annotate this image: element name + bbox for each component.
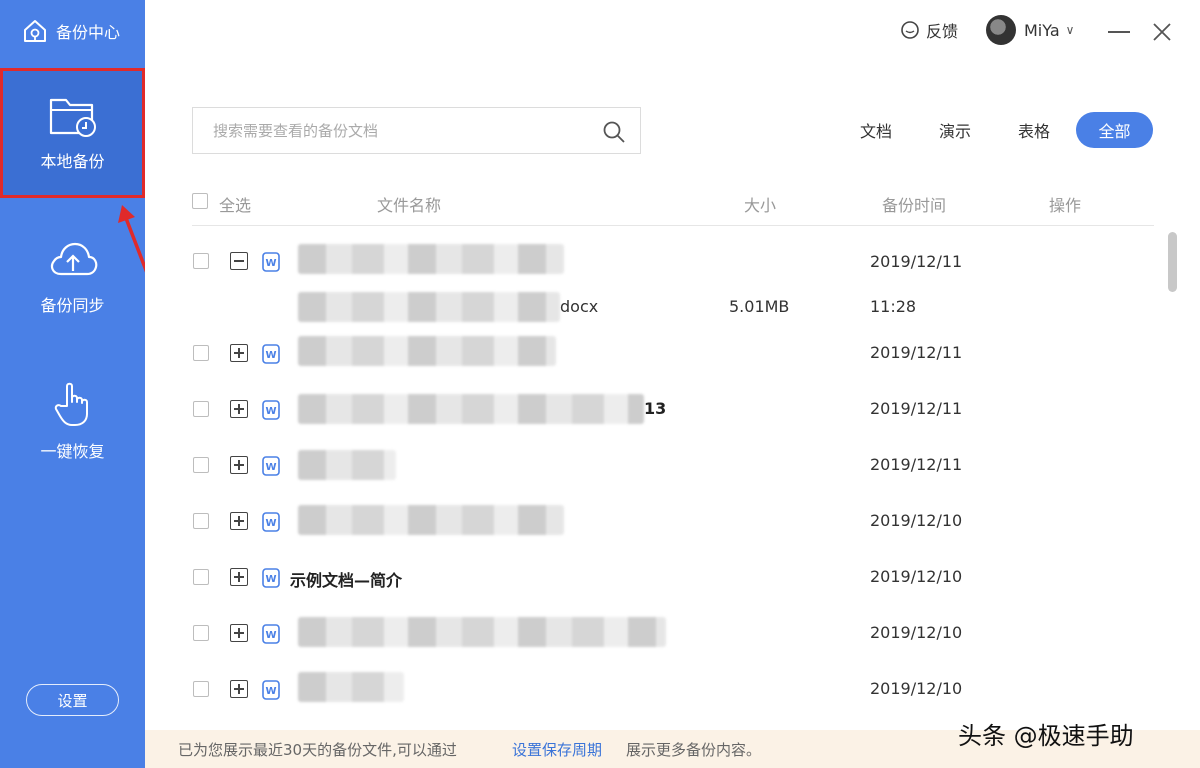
app-title: 备份中心 — [56, 23, 121, 42]
expand-icon[interactable] — [230, 344, 248, 362]
svg-text:W: W — [265, 350, 276, 361]
row-checkbox[interactable] — [193, 345, 209, 361]
header-size: 大小 — [744, 196, 777, 215]
search-input[interactable] — [193, 108, 593, 153]
row-checkbox[interactable] — [193, 253, 209, 269]
user-menu[interactable]: MiYa ∨ — [986, 15, 1074, 45]
word-doc-icon: W — [262, 252, 280, 272]
search-box — [192, 107, 641, 154]
expand-icon[interactable] — [230, 400, 248, 418]
filter-spreadsheet[interactable]: 表格 — [1008, 112, 1060, 148]
watermark: 头条 @极速手助 — [958, 722, 1134, 750]
svg-text:W: W — [265, 574, 276, 585]
word-doc-icon: W — [262, 568, 280, 588]
backup-date: 2019/12/11 — [870, 399, 963, 418]
expand-icon[interactable] — [230, 512, 248, 530]
minimize-icon[interactable] — [1108, 31, 1130, 33]
svg-text:W: W — [265, 686, 276, 697]
expand-icon[interactable] — [230, 568, 248, 586]
word-doc-icon: W — [262, 344, 280, 364]
row-checkbox[interactable] — [193, 513, 209, 529]
blurred-file-name — [298, 672, 404, 702]
file-size: 5.01MB — [729, 297, 790, 316]
expand-icon[interactable] — [230, 624, 248, 642]
hand-pointer-icon — [54, 382, 88, 426]
cloud-upload-icon — [50, 242, 97, 276]
backup-date: 2019/12/10 — [870, 567, 963, 586]
svg-text:W: W — [265, 462, 276, 473]
retention-settings-link[interactable]: 设置保存周期 — [512, 739, 602, 760]
svg-text:W: W — [265, 630, 276, 641]
svg-text:W: W — [265, 258, 276, 269]
sidebar-item-label: 备份同步 — [40, 296, 105, 315]
row-checkbox[interactable] — [193, 569, 209, 585]
blurred-file-name — [298, 617, 666, 647]
feedback-button[interactable]: 反馈 — [900, 18, 958, 42]
word-doc-icon: W — [262, 400, 280, 420]
backup-date: 2019/12/10 — [870, 623, 963, 642]
backup-date: 2019/12/11 — [870, 343, 963, 362]
row-checkbox[interactable] — [193, 401, 209, 417]
word-doc-icon: W — [262, 456, 280, 476]
backup-time: 11:28 — [870, 297, 917, 316]
svg-text:W: W — [265, 406, 276, 417]
sidebar-item-local-backup[interactable]: 本地备份 — [0, 68, 145, 198]
collapse-icon[interactable] — [230, 252, 248, 270]
header-file-name: 文件名称 — [377, 196, 442, 215]
footer-text: 已为您展示最近30天的备份文件,可以通过 — [178, 741, 457, 759]
sidebar-item-label: 一键恢复 — [40, 442, 105, 461]
footer-text-end: 展示更多备份内容。 — [626, 741, 762, 759]
svg-text:W: W — [265, 518, 276, 529]
chat-bubble-icon — [901, 21, 919, 39]
header-action: 操作 — [1049, 196, 1082, 215]
backup-date: 2019/12/10 — [870, 679, 963, 698]
filter-presentation[interactable]: 演示 — [929, 112, 981, 148]
sidebar: 备份中心 本地备份 备份同步 一键恢复 设置 — [0, 0, 145, 768]
header-backup-time: 备份时间 — [882, 196, 947, 215]
backup-date: 2019/12/10 — [870, 511, 963, 530]
row-checkbox[interactable] — [193, 625, 209, 641]
avatar — [986, 15, 1016, 45]
row-checkbox[interactable] — [193, 457, 209, 473]
blurred-file-name — [298, 394, 644, 424]
blurred-file-name — [298, 450, 396, 480]
word-doc-icon: W — [262, 680, 280, 700]
blurred-file-name — [298, 244, 564, 274]
app-header: 备份中心 — [0, 0, 145, 62]
blurred-file-name — [298, 292, 560, 322]
search-icon[interactable] — [602, 120, 626, 144]
filter-document[interactable]: 文档 — [850, 112, 902, 148]
home-shield-icon — [24, 20, 46, 42]
close-icon[interactable] — [1150, 20, 1174, 44]
blurred-file-name — [298, 505, 564, 535]
file-name: 13 — [644, 399, 667, 418]
settings-button[interactable]: 设置 — [26, 684, 119, 716]
expand-icon[interactable] — [230, 680, 248, 698]
file-name: 示例文档—简介 — [290, 571, 403, 590]
expand-icon[interactable] — [230, 456, 248, 474]
file-extension: docx — [560, 297, 599, 316]
word-doc-icon: W — [262, 512, 280, 532]
filter-all[interactable]: 全部 — [1076, 112, 1153, 148]
table-header: 全选 文件名称 大小 备份时间 操作 — [192, 186, 1154, 226]
sidebar-item-label: 本地备份 — [40, 152, 105, 171]
folder-clock-icon — [49, 98, 96, 137]
sidebar-item-one-click-restore[interactable]: 一键恢复 — [0, 356, 145, 486]
blurred-file-name — [298, 336, 556, 366]
feedback-label: 反馈 — [926, 22, 959, 41]
user-name: MiYa — [1024, 20, 1060, 40]
select-all-checkbox[interactable] — [192, 193, 208, 209]
backup-date: 2019/12/11 — [870, 455, 963, 474]
chevron-down-icon: ∨ — [1065, 23, 1075, 37]
header-select-all: 全选 — [219, 196, 252, 215]
scrollbar-thumb[interactable] — [1168, 232, 1177, 292]
word-doc-icon: W — [262, 624, 280, 644]
backup-date: 2019/12/11 — [870, 252, 963, 271]
row-checkbox[interactable] — [193, 681, 209, 697]
